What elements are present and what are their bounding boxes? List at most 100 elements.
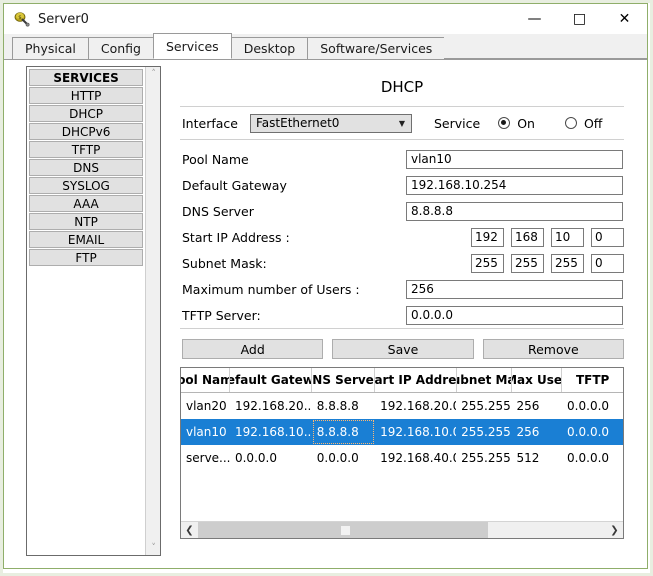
table-row[interactable]: vlan10 192.168.10.... 8.8.8.8 192.168.10… (181, 419, 623, 445)
cell-subnet-mask[interactable]: 255.255... (456, 419, 511, 445)
max-users-input[interactable]: 256 (406, 279, 623, 299)
sidebar-item-dhcpv6[interactable]: DHCPv6 (29, 123, 144, 140)
tftp-server-input[interactable]: 0.0.0.0 (406, 305, 623, 325)
scroll-right-icon[interactable]: ❯ (606, 522, 623, 539)
cell-dns-server[interactable]: 8.8.8.8 (312, 419, 375, 445)
subnet-mask-octet-4[interactable]: 0 (591, 253, 624, 273)
sidebar-item-ntp[interactable]: NTP (29, 213, 144, 230)
subnet-mask-octet-2[interactable]: 255 (511, 253, 544, 273)
cell-start-ip-address[interactable]: 192.168.40.0 (375, 445, 456, 471)
tab-desktop[interactable]: Desktop (230, 37, 309, 59)
cell-pool-name[interactable]: serve... (181, 445, 230, 471)
tab-config[interactable]: Config (87, 37, 154, 59)
pool-name-label: Pool Name (182, 151, 249, 167)
divider-above-buttons (180, 328, 624, 329)
scroll-left-icon[interactable]: ❮ (181, 522, 198, 539)
tab-services[interactable]: Services (152, 33, 232, 59)
max-users-label: Maximum number of Users : (182, 281, 360, 297)
cell-tftp-server[interactable]: 0.0.0.0 (562, 419, 623, 445)
sidebar-item-ftp[interactable]: FTP (29, 249, 144, 266)
cell-pool-name[interactable]: vlan20 (181, 393, 230, 419)
cell-tftp-server[interactable]: 0.0.0.0 (562, 445, 623, 471)
radio-on-icon (498, 117, 511, 129)
pool-name-input[interactable]: vlan10 (406, 149, 623, 169)
column-header-max-users[interactable]: Max User (512, 368, 563, 392)
window-title: Server0 (38, 11, 89, 27)
dns-server-label: DNS Server (182, 203, 254, 219)
cell-start-ip-address[interactable]: 192.168.20.0 (375, 393, 456, 419)
start-ip-octet-2[interactable]: 168 (511, 227, 544, 247)
remove-button[interactable]: Remove (482, 339, 624, 359)
scrollbar-thumb[interactable] (198, 521, 488, 538)
cell-tftp-server[interactable]: 0.0.0.0 (562, 393, 623, 419)
sidebar-item-syslog[interactable]: SYSLOG (29, 177, 144, 194)
table-horizontal-scrollbar[interactable]: ❮ ❯ (181, 521, 623, 538)
column-header-pool-name[interactable]: ool Nam (181, 368, 230, 392)
cell-start-ip-address[interactable]: 192.168.10.0 (375, 419, 456, 445)
tab-software-services[interactable]: Software/Services (307, 37, 446, 59)
column-header-dns-server[interactable]: NS Serve (312, 368, 376, 392)
pool-name-row: Pool Name vlan10 (180, 146, 624, 172)
service-on-radio[interactable]: On (498, 116, 535, 131)
dhcp-pool-table: ool Nam efault Gatew NS Serve art IP Add… (180, 367, 624, 539)
cell-subnet-mask[interactable]: 255.255... (456, 445, 511, 471)
cell-max-users[interactable]: 256 (511, 393, 562, 419)
subnet-mask-octet-3[interactable]: 255 (551, 253, 584, 273)
add-button[interactable]: Add (182, 339, 324, 359)
server-device-icon: $ (14, 11, 30, 27)
svg-text:$: $ (18, 15, 22, 21)
service-on-label: On (517, 115, 535, 131)
sidebar-item-dhcp[interactable]: DHCP (29, 105, 144, 122)
window-controls: — □ ✕ (512, 4, 647, 34)
dns-server-input[interactable]: 8.8.8.8 (406, 201, 623, 221)
action-buttons: Add Save Remove (180, 339, 624, 359)
sidebar-scrollbar[interactable]: ˄ ˅ (145, 67, 160, 555)
save-button[interactable]: Save (332, 339, 474, 359)
cell-max-users[interactable]: 512 (511, 445, 562, 471)
tab-strip-filler (444, 37, 647, 59)
table-row[interactable]: vlan20 192.168.20.... 8.8.8.8 192.168.20… (181, 393, 623, 419)
subnet-mask-octet-1[interactable]: 255 (471, 253, 504, 273)
dns-server-row: DNS Server 8.8.8.8 (180, 198, 624, 224)
cell-pool-name[interactable]: vlan10 (181, 419, 230, 445)
cell-max-users[interactable]: 256 (511, 419, 562, 445)
sidebar-item-aaa[interactable]: AAA (29, 195, 144, 212)
sidebar-item-tftp[interactable]: TFTP (29, 141, 144, 158)
column-header-start-ip-address[interactable]: art IP Addre (375, 368, 457, 392)
sidebar-item-http[interactable]: HTTP (29, 87, 144, 104)
scroll-down-icon[interactable]: ˅ (146, 541, 161, 555)
cell-subnet-mask[interactable]: 255.255... (456, 393, 511, 419)
cell-default-gateway[interactable]: 0.0.0.0 (230, 445, 312, 471)
minimize-button[interactable]: — (512, 4, 557, 34)
table-header-row: ool Nam efault Gatew NS Serve art IP Add… (181, 368, 623, 393)
services-sidebar: SERVICES HTTP DHCP DHCPv6 TFTP DNS SYSLO… (26, 66, 161, 556)
column-header-tftp[interactable]: TFTP (562, 368, 623, 392)
column-header-default-gateway[interactable]: efault Gatew (230, 368, 312, 392)
title-bar: $ Server0 — □ ✕ (4, 4, 647, 34)
maximize-button[interactable]: □ (557, 4, 602, 34)
cell-dns-server[interactable]: 0.0.0.0 (312, 445, 375, 471)
scrollbar-track[interactable] (198, 521, 606, 538)
start-ip-label: Start IP Address : (182, 229, 290, 245)
table-row[interactable]: serve... 0.0.0.0 0.0.0.0 192.168.40.0 25… (181, 445, 623, 471)
cell-default-gateway[interactable]: 192.168.20.... (230, 393, 312, 419)
sidebar-item-email[interactable]: EMAIL (29, 231, 144, 248)
tab-physical[interactable]: Physical (12, 37, 89, 59)
interface-select[interactable]: FastEthernet0 ▼ (250, 113, 412, 133)
close-button[interactable]: ✕ (602, 4, 647, 34)
start-ip-octet-3[interactable]: 10 (551, 227, 584, 247)
service-off-radio[interactable]: Off (564, 115, 603, 131)
cell-default-gateway[interactable]: 192.168.10.... (230, 419, 312, 445)
default-gateway-input[interactable]: 192.168.10.254 (406, 175, 623, 195)
sidebar-item-dns[interactable]: DNS (29, 159, 144, 176)
cell-dns-server[interactable]: 8.8.8.8 (312, 393, 375, 419)
sidebar-header-services: SERVICES (29, 69, 144, 86)
column-header-subnet-mask[interactable]: ubnet Ma (457, 368, 512, 392)
service-off-label: Off (583, 115, 603, 131)
max-users-row: Maximum number of Users : 256 (180, 276, 624, 302)
subnet-mask-row: Subnet Mask: 255 255 255 0 (180, 250, 624, 276)
start-ip-octet-4[interactable]: 0 (591, 227, 624, 247)
dhcp-panel: DHCP Interface FastEthernet0 ▼ Service O… (180, 66, 624, 556)
start-ip-octet-1[interactable]: 192 (471, 227, 504, 247)
scroll-up-icon[interactable]: ˄ (146, 67, 161, 81)
